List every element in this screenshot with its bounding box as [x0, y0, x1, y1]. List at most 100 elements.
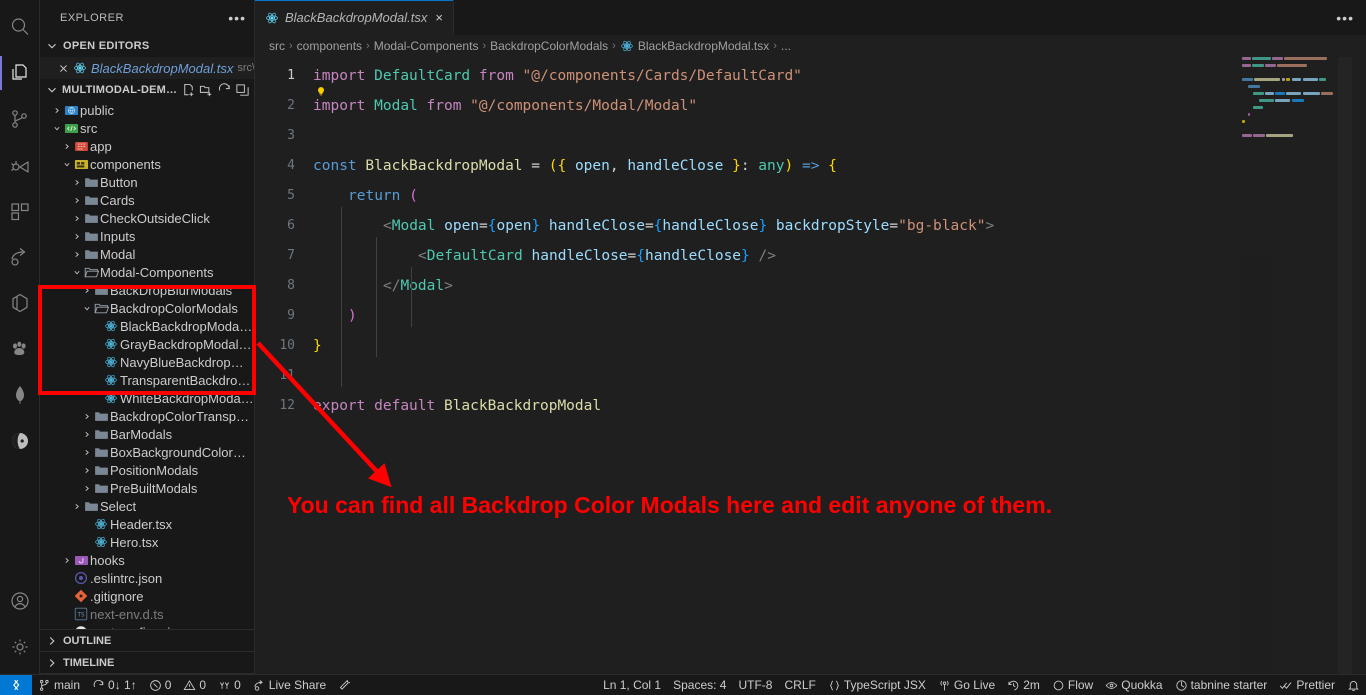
- tree-file-row[interactable]: Hero.tsx: [40, 533, 254, 551]
- live-share-icon[interactable]: [0, 234, 40, 280]
- code-line[interactable]: <DefaultCard handleClose={handleClose} /…: [313, 241, 1366, 271]
- new-file-icon[interactable]: [181, 83, 196, 98]
- mongodb-leaf-icon[interactable]: [0, 372, 40, 418]
- code-line[interactable]: return (: [313, 181, 1366, 211]
- search-icon[interactable]: [0, 4, 40, 50]
- lightbulb-icon[interactable]: [315, 85, 327, 99]
- tree-folder-row[interactable]: Modal: [40, 245, 254, 263]
- refresh-icon[interactable]: [217, 82, 232, 98]
- code-line[interactable]: ): [313, 301, 1366, 331]
- workspace-folder-header[interactable]: MULTIMODAL-DEMO-LA...: [40, 79, 254, 101]
- code-line[interactable]: [313, 361, 1366, 391]
- code-editor[interactable]: 1 2 3 4 5 6 7 8 9 10 11 12 import DefaultCard from …: [255, 57, 1366, 674]
- editor-more-actions-icon[interactable]: •••: [1336, 0, 1366, 35]
- code-line[interactable]: </Modal>: [313, 271, 1366, 301]
- status-item-tabnine[interactable]: tabnine starter: [1169, 675, 1274, 695]
- tree-folder-row[interactable]: components: [40, 155, 254, 173]
- tree-folder-row[interactable]: PositionModals: [40, 461, 254, 479]
- tree-file-row[interactable]: TS next-env.d.ts: [40, 605, 254, 623]
- tree-file-row[interactable]: BlackBackdropModal.tsx: [40, 317, 254, 335]
- tree-folder-row[interactable]: BackdropColorTransparency...: [40, 407, 254, 425]
- tree-folder-row[interactable]: PreBuiltModals: [40, 479, 254, 497]
- tree-folder-row[interactable]: CheckOutsideClick: [40, 209, 254, 227]
- breadcrumb-item[interactable]: ...: [781, 39, 791, 53]
- tree-file-row[interactable]: NavyBlueBackdropModal.tsx: [40, 353, 254, 371]
- tree-folder-row[interactable]: app: [40, 137, 254, 155]
- minimap-slider[interactable]: [1338, 57, 1352, 674]
- code-line[interactable]: }: [313, 331, 1366, 361]
- code-line[interactable]: [313, 121, 1366, 151]
- tab-blackbackdropmodal[interactable]: BlackBackdropModal.tsx ×: [255, 0, 454, 35]
- tree-folder-row[interactable]: BoxBackgroundColorModals: [40, 443, 254, 461]
- breadcrumb-item[interactable]: BlackBackdropModal.tsx: [620, 39, 769, 53]
- tree-file-row[interactable]: GrayBackdropModal.tsx: [40, 335, 254, 353]
- status-item-format[interactable]: [332, 675, 357, 695]
- tree-folder-row[interactable]: Inputs: [40, 227, 254, 245]
- tree-folder-row[interactable]: Select: [40, 497, 254, 515]
- tree-folder-row[interactable]: BarModals: [40, 425, 254, 443]
- status-item-sync-changes[interactable]: 0↓ 1↑: [86, 675, 143, 695]
- extensions-icon[interactable]: [0, 188, 40, 234]
- tree-folder-row[interactable]: BackDropBlurModals: [40, 281, 254, 299]
- status-item-encoding[interactable]: UTF-8: [732, 675, 778, 695]
- code-line[interactable]: const BlackBackdropModal = ({ open, hand…: [313, 151, 1366, 181]
- status-item-indentation[interactable]: Spaces: 4: [667, 675, 732, 695]
- tree-file-row[interactable]: WhiteBackdropModal.tsx: [40, 389, 254, 407]
- tree-folder-row[interactable]: src: [40, 119, 254, 137]
- code-content[interactable]: import DefaultCard from "@/components/Ca…: [313, 57, 1366, 674]
- tree-folder-row[interactable]: BackdropColorModals: [40, 299, 254, 317]
- status-item-prettier[interactable]: Prettier: [1273, 675, 1341, 695]
- tree-file-row[interactable]: next.config.mjs: [40, 623, 254, 629]
- paw-icon[interactable]: [0, 326, 40, 372]
- collapse-all-icon[interactable]: [235, 83, 250, 98]
- package-icon[interactable]: [0, 280, 40, 326]
- tree-folder-row[interactable]: hooks: [40, 551, 254, 569]
- new-folder-icon[interactable]: [199, 83, 214, 98]
- status-item-errors[interactable]: 0: [143, 675, 178, 695]
- status-item-cursor-position[interactable]: Ln 1, Col 1: [597, 675, 667, 695]
- open-editor-item[interactable]: BlackBackdropModal.tsx src\com...: [40, 57, 254, 79]
- tree-file-row[interactable]: Header.tsx: [40, 515, 254, 533]
- run-and-debug-icon[interactable]: [0, 142, 40, 188]
- status-item-warnings[interactable]: 0: [177, 675, 212, 695]
- status-item-notifications[interactable]: [1341, 675, 1366, 695]
- code-line[interactable]: <Modal open={open} handleClose={handleCl…: [313, 211, 1366, 241]
- tree-file-row[interactable]: .eslintrc.json: [40, 569, 254, 587]
- source-control-icon[interactable]: [0, 96, 40, 142]
- code-line[interactable]: import Modal from "@/components/Modal/Mo…: [313, 91, 1366, 121]
- tree-file-row[interactable]: .gitignore: [40, 587, 254, 605]
- tree-folder-row[interactable]: Button: [40, 173, 254, 191]
- status-item-quokka[interactable]: Quokka: [1099, 675, 1168, 695]
- breadcrumb-item[interactable]: components: [297, 39, 362, 53]
- close-icon[interactable]: [58, 63, 69, 74]
- code-line[interactable]: import DefaultCard from "@/components/Ca…: [313, 61, 1366, 91]
- close-icon[interactable]: ×: [435, 10, 443, 25]
- tree-folder-row[interactable]: Modal-Components: [40, 263, 254, 281]
- remote-window-icon[interactable]: [0, 674, 32, 695]
- status-item-ports[interactable]: 0: [212, 675, 247, 695]
- breadcrumb-item[interactable]: Modal-Components: [374, 39, 479, 53]
- code-line[interactable]: export default BlackBackdropModal: [313, 391, 1366, 421]
- status-item-timer[interactable]: 2m: [1001, 675, 1046, 695]
- status-item-language-mode[interactable]: TypeScript JSX: [822, 675, 932, 695]
- status-item-live-share[interactable]: Live Share: [247, 675, 332, 695]
- outline-section-header[interactable]: OUTLINE: [40, 630, 254, 652]
- timeline-section-header[interactable]: TIMELINE: [40, 652, 254, 674]
- breadcrumb-item[interactable]: BackdropColorModals: [490, 39, 608, 53]
- minimap-line: [1240, 92, 1352, 96]
- explorer-icon[interactable]: [0, 50, 40, 96]
- settings-gear-icon[interactable]: [0, 628, 40, 674]
- status-item-flow[interactable]: Flow: [1046, 675, 1099, 695]
- breadcrumb-item[interactable]: src: [269, 39, 285, 53]
- tree-folder-row[interactable]: Cards: [40, 191, 254, 209]
- sidebar-more-actions-icon[interactable]: •••: [228, 11, 246, 25]
- quokka-icon[interactable]: [0, 418, 40, 464]
- status-item-eol[interactable]: CRLF: [778, 675, 821, 695]
- open-editors-header[interactable]: OPEN EDITORS: [40, 35, 254, 57]
- account-icon[interactable]: [0, 582, 40, 628]
- tree-file-row[interactable]: TransparentBackdropModa..: [40, 371, 254, 389]
- status-item-go-live[interactable]: Go Live: [932, 675, 1001, 695]
- minimap[interactable]: [1240, 57, 1352, 674]
- status-item-branch[interactable]: main: [32, 675, 86, 695]
- tree-folder-row[interactable]: public: [40, 101, 254, 119]
